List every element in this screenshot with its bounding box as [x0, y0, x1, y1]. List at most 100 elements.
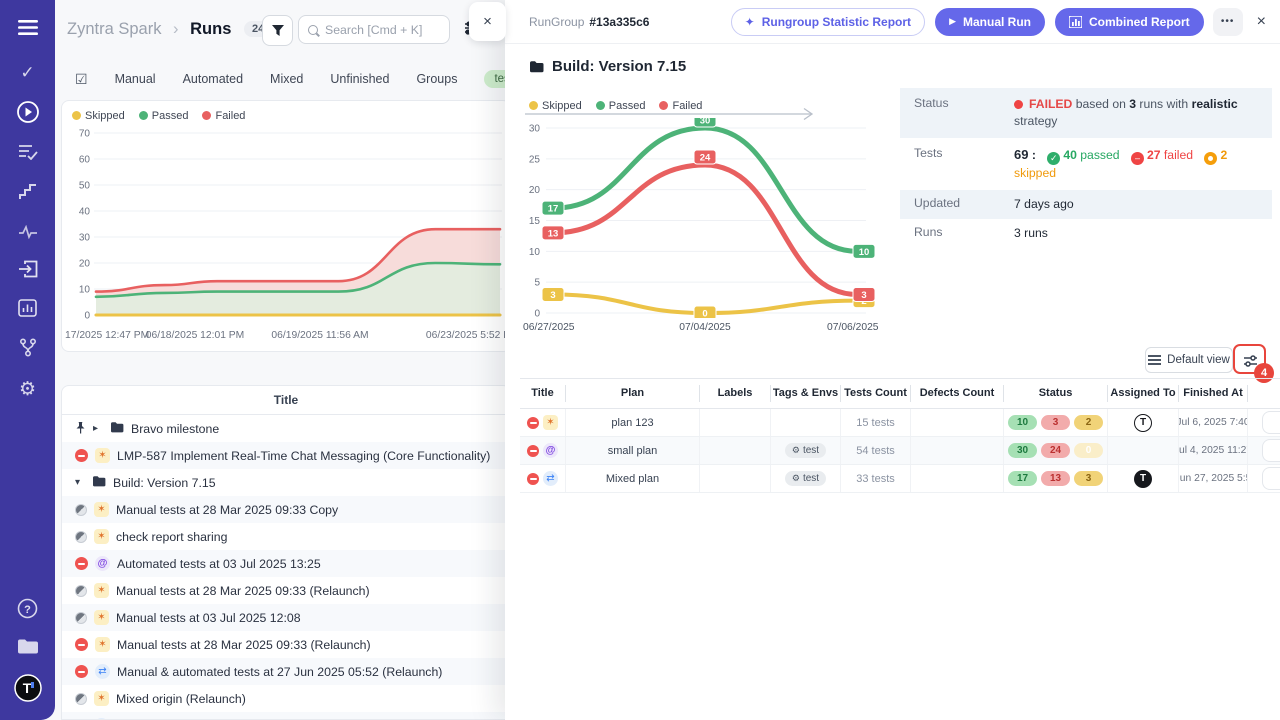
run-title[interactable]: Manual tests at 28 Mar 2025 09:33 (Relau… [117, 638, 371, 652]
import-icon[interactable] [0, 260, 55, 278]
runs-list-row[interactable]: @Automated tests at 03 Jul 2025 13:25 [62, 550, 505, 577]
x-tick: 07/06/2025 [827, 322, 879, 333]
drawer-close-icon[interactable]: × [1257, 13, 1266, 31]
assignee-avatar[interactable]: T [1134, 414, 1152, 432]
runs-list-row[interactable]: ✶check report sharing [62, 523, 505, 550]
breadcrumb-section[interactable]: Runs [190, 20, 231, 38]
svg-text:25: 25 [529, 154, 541, 165]
view-list-icon [1148, 355, 1161, 365]
svg-text:50: 50 [79, 181, 91, 192]
legend-passed: Passed [596, 100, 646, 112]
combined-report-button[interactable]: Combined Report [1055, 8, 1204, 36]
row-action-button-cutoff[interactable] [1262, 439, 1280, 462]
run-title[interactable]: Manual tests at 28 Mar 2025 09:33 (Relau… [116, 584, 370, 598]
manual-run-button[interactable]: ▶ Manual Run [935, 8, 1045, 36]
svg-text:40: 40 [79, 207, 91, 218]
x-tick: 06/23/2025 5:52 P [426, 330, 505, 341]
default-view-button[interactable]: Default view [1145, 347, 1233, 373]
settings-gear-icon[interactable]: ⚙ [0, 378, 55, 401]
plan-link[interactable]: plan 123 [611, 417, 653, 429]
sidebar: ✓ ⚙ ? T [0, 0, 55, 720]
run-title[interactable]: Mixed origin (Relaunch) [116, 692, 246, 706]
runs-list-title-header[interactable]: Title [62, 386, 505, 415]
rungroup-table-row[interactable]: ✶plan 12315 tests1032TJul 6, 2025 7:40 [520, 409, 1280, 437]
finished-at: Jul 4, 2025 11:27 [1179, 437, 1248, 464]
runs-list-row[interactable]: ✶Manual tests at 28 Mar 2025 09:33 (Rela… [62, 631, 505, 658]
status-failed-icon [75, 557, 88, 570]
rungroup-statistic-report-button[interactable]: ✦ Rungroup Statistic Report [731, 8, 925, 36]
run-title[interactable]: Build: Version 7.15 [113, 476, 216, 490]
expander-right-icon[interactable]: ▸ [93, 423, 103, 434]
run-title[interactable]: Bravo milestone [131, 422, 219, 436]
runs-table-header: Title Plan Labels Tags & Envs Tests Coun… [520, 378, 1280, 409]
workspace-logo-avatar[interactable]: T [0, 674, 55, 702]
status-count-pill: 30 [1008, 443, 1037, 458]
branch-icon[interactable] [0, 338, 55, 357]
tests-check-icon[interactable]: ✓ [0, 63, 55, 83]
folder-icon [110, 421, 124, 436]
runs-list-row[interactable]: ✶Manual tests at 28 Mar 2025 09:33 Copy [62, 496, 505, 523]
runs-list-row[interactable]: ✶Manual tests at 28 Mar 2025 09:33 (Rela… [62, 577, 505, 604]
run-title[interactable]: LMP-587 Implement Real-Time Chat Messagi… [117, 449, 490, 463]
run-title[interactable]: Manual tests at 03 Jul 2025 12:08 [116, 611, 301, 625]
tests-count: 15 tests [841, 409, 911, 436]
rungroup-table-row[interactable]: ⇄Mixed plan⚙test33 tests17133TJun 27, 20… [520, 465, 1280, 493]
tab-select-icon[interactable]: ☑ [75, 71, 88, 88]
tag-pill: ⚙test [785, 471, 826, 486]
plans-list-icon[interactable] [0, 143, 55, 161]
status-neutral-icon [75, 585, 87, 597]
summary-updated-row: Updated 7 days ago [900, 190, 1272, 219]
status-neutral-icon [75, 504, 87, 516]
manual-run-icon: ✶ [543, 415, 558, 430]
folder-icon [92, 475, 106, 490]
run-title[interactable]: check report sharing [116, 530, 227, 544]
projects-folder-icon[interactable] [0, 638, 55, 656]
runs-page: Zyntra Spark › Runs 243 Search [Cmd + K]… [55, 0, 505, 720]
rungroup-table-row[interactable]: @small plan⚙test54 tests30240Jul 4, 2025… [520, 437, 1280, 465]
help-icon[interactable]: ? [0, 598, 55, 619]
tab-groups[interactable]: Groups [416, 72, 457, 86]
run-title[interactable]: Manual & automated tests at 27 Jun 2025 … [117, 665, 442, 679]
menu-icon[interactable] [0, 19, 55, 37]
reports-chart-icon[interactable] [0, 299, 55, 317]
x-tick: 06/19/2025 11:56 AM [271, 330, 368, 341]
status-failed-icon [75, 638, 88, 651]
failed-dot-icon [1014, 100, 1023, 109]
expander-down-icon[interactable]: ▾ [75, 477, 85, 488]
finished-at: Jul 6, 2025 7:40 [1179, 409, 1248, 436]
tab-mixed[interactable]: Mixed [270, 72, 303, 86]
run-title[interactable]: Automated tests at 03 Jul 2025 13:25 [117, 557, 321, 571]
pin-icon [75, 421, 86, 437]
runs-list-row[interactable]: ⇄ [62, 712, 505, 720]
activity-pulse-icon[interactable] [0, 223, 55, 241]
svg-text:3: 3 [550, 290, 555, 301]
runs-list-row[interactable]: ✶Mixed origin (Relaunch) [62, 685, 505, 712]
tab-unfinished[interactable]: Unfinished [330, 72, 389, 86]
runs-list-row[interactable]: ✶Manual tests at 03 Jul 2025 12:08 [62, 604, 505, 631]
tab-manual[interactable]: Manual [115, 72, 156, 86]
more-actions-button[interactable]: ••• [1213, 8, 1243, 36]
runs-list-row[interactable]: ▾ Build: Version 7.15 [62, 469, 505, 496]
milestones-steps-icon[interactable] [0, 183, 55, 201]
skipped-dot-icon [1204, 152, 1217, 165]
row-action-button-cutoff[interactable] [1262, 467, 1280, 490]
search-input[interactable]: Search [Cmd + K] [298, 15, 450, 44]
tests-count: 54 tests [841, 437, 911, 464]
run-title[interactable]: Manual tests at 28 Mar 2025 09:33 Copy [116, 503, 338, 517]
tab-automated[interactable]: Automated [183, 72, 243, 86]
tab-test-work-pill[interactable]: test work [484, 70, 505, 88]
runs-list-row[interactable]: ▸ Bravo milestone [62, 415, 505, 442]
drawer-close-tab-button[interactable]: × [469, 2, 506, 41]
runs-play-icon[interactable] [0, 100, 55, 124]
search-placeholder: Search [Cmd + K] [325, 23, 422, 37]
filter-button[interactable] [262, 15, 293, 46]
status-count-pill: 10 [1008, 415, 1037, 430]
x-tick: 07/04/2025 [679, 322, 731, 333]
row-action-button-cutoff[interactable] [1262, 411, 1280, 434]
runs-list-row[interactable]: ⇄Manual & automated tests at 27 Jun 2025… [62, 658, 505, 685]
breadcrumb-project[interactable]: Zyntra Spark [67, 20, 161, 38]
runs-list-row[interactable]: ✶LMP-587 Implement Real-Time Chat Messag… [62, 442, 505, 469]
plan-link[interactable]: small plan [608, 445, 658, 457]
plan-link[interactable]: Mixed plan [606, 473, 659, 485]
assignee-avatar[interactable]: T [1134, 470, 1152, 488]
